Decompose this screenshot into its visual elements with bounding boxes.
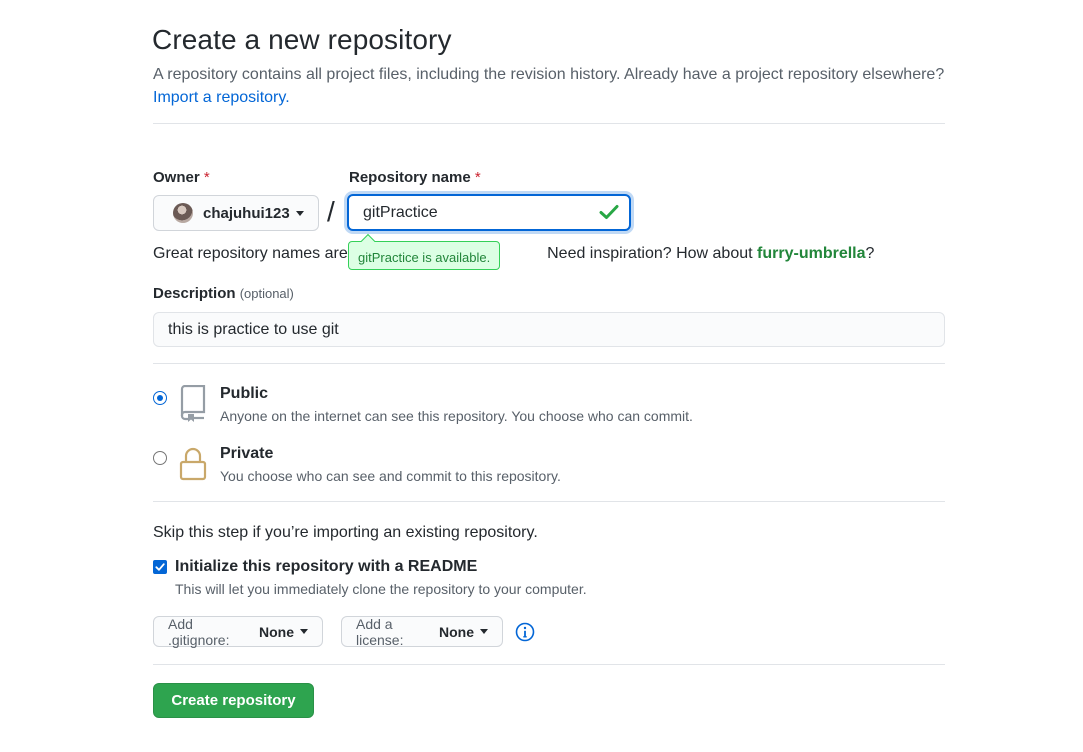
hint-prefix: Great repository names are s: [153, 245, 361, 262]
divider: [153, 123, 945, 124]
suggestion-link[interactable]: furry-umbrella: [757, 245, 865, 262]
caret-down-icon: [480, 629, 488, 634]
description-label: Description (optional): [153, 285, 294, 302]
skip-text: Skip this step if you’re importing an ex…: [153, 524, 538, 541]
check-icon: [599, 204, 619, 225]
description-optional: (optional): [239, 286, 294, 301]
repo-name-label-text: Repository name: [349, 169, 471, 186]
repo-name-required-mark: *: [474, 169, 481, 186]
public-title: Public: [220, 385, 269, 402]
owner-label-text: Owner: [153, 169, 200, 186]
divider: [153, 501, 945, 502]
owner-value: chajuhui123: [203, 204, 290, 222]
description-input[interactable]: this is practice to use git: [153, 312, 945, 347]
subtitle-text: A repository contains all project files,…: [153, 66, 945, 83]
readme-label[interactable]: Initialize this repository with a README: [175, 558, 477, 576]
owner-select[interactable]: chajuhui123: [153, 195, 319, 231]
hint-suffix: ?: [865, 245, 875, 262]
info-icon[interactable]: [515, 622, 535, 647]
hint-inspiration: Need inspiration? How about: [547, 245, 753, 262]
owner-label: Owner *: [153, 169, 210, 186]
create-repository-button[interactable]: Create repository: [153, 683, 314, 718]
public-description: Anyone on the internet can see this repo…: [220, 408, 693, 424]
public-radio[interactable]: [153, 391, 167, 405]
license-value: None: [439, 623, 474, 640]
availability-tooltip: gitPractice is available.: [348, 241, 501, 270]
description-value: this is practice to use git: [168, 320, 339, 338]
divider: [153, 363, 945, 364]
page-title: Create a new repository: [152, 24, 452, 55]
gitignore-label: Add .gitignore:: [168, 615, 230, 648]
lock-icon: [178, 445, 208, 488]
caret-down-icon: [295, 210, 304, 216]
page-subtitle: A repository contains all project files,…: [153, 63, 953, 109]
license-dropdown[interactable]: Add a license: None: [341, 615, 503, 648]
readme-description: This will let you immediately clone the …: [175, 581, 587, 597]
import-repository-link[interactable]: Import a repository.: [153, 89, 290, 106]
repository-name-value: gitPractice: [363, 203, 438, 221]
readme-checkbox[interactable]: [153, 560, 167, 574]
caret-down-icon: [300, 629, 308, 634]
divider: [153, 664, 945, 665]
owner-repo-separator: /: [327, 196, 335, 227]
repo-icon: [178, 384, 208, 428]
owner-required-mark: *: [203, 169, 210, 186]
checkmark-icon: [155, 563, 165, 571]
avatar: [173, 203, 193, 223]
private-title: Private: [220, 445, 274, 462]
description-label-text: Description: [153, 285, 236, 302]
private-radio[interactable]: [153, 451, 167, 465]
repo-name-label: Repository name *: [349, 169, 481, 186]
gitignore-value: None: [259, 623, 294, 640]
name-hint: Great repository names are s Need inspir…: [153, 245, 874, 263]
license-label: Add a license:: [356, 615, 404, 648]
repository-name-input[interactable]: gitPractice: [347, 194, 631, 231]
private-description: You choose who can see and commit to thi…: [220, 468, 561, 484]
gitignore-dropdown[interactable]: Add .gitignore: None: [153, 615, 323, 648]
